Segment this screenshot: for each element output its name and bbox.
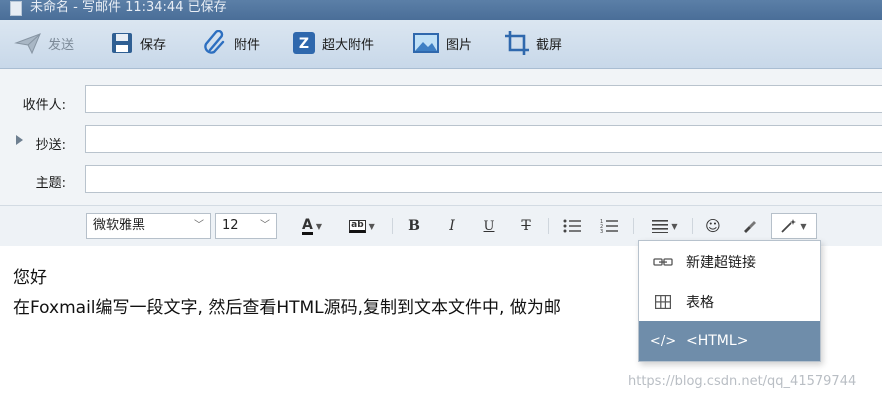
code-icon: </> [649,333,677,349]
save-button[interactable]: 保存 [110,30,166,56]
menu-item-table[interactable]: 表格 [639,282,820,322]
caret-down-icon: ▼ [315,221,322,231]
underline-button[interactable]: U [478,214,500,238]
strikethrough-button[interactable]: T [515,214,537,238]
font-color-button[interactable]: A ▼ [292,214,332,238]
send-button[interactable]: 发送 [14,30,74,56]
link-icon [652,257,674,267]
crop-icon [505,31,529,55]
paper-plane-icon [14,33,41,55]
subject-input[interactable] [85,165,882,193]
highlight-color-button[interactable]: ab ▼ [340,214,384,238]
title-bar: 未命名 - 写邮件 11:34:44 已保存 [0,0,882,20]
svg-text:3: 3 [600,229,603,233]
table-icon [652,295,674,309]
emoji-button[interactable]: ☺ [702,214,724,238]
italic-button[interactable]: I [441,214,463,238]
insert-menu-button[interactable]: ▼ [771,213,817,239]
to-input[interactable] [85,85,882,113]
watermark: https://blog.csdn.net/qq_41579744 [628,374,857,389]
font-size-select[interactable]: 12 ﹀ [215,213,277,239]
to-label: 收件人: [22,98,66,113]
big-attachment-button[interactable]: Z 超大附件 [292,30,374,56]
brush-icon [744,221,756,233]
cc-label: 抄送: [35,138,66,153]
svg-text:Z: Z [299,36,309,52]
document-icon [10,1,22,16]
font-family-select[interactable]: 微软雅黑 ﹀ [86,213,211,239]
window-title: 未命名 - 写邮件 11:34:44 已保存 [30,0,227,15]
chevron-down-icon: ﹀ [194,220,204,231]
numbered-list-button[interactable]: 1 2 3 [597,214,621,238]
insert-dropdown-menu: 新建超链接 表格 </> <HTML> [638,240,821,362]
main-toolbar: 发送 保存 附件 Z 超大附件 图片 截屏 [0,20,882,69]
align-button[interactable]: ▼ [645,214,685,238]
subject-label: 主题: [35,176,66,191]
chevron-down-icon: ﹀ [260,220,270,231]
font-color-icon: A [302,216,313,235]
big-attachment-icon: Z [293,32,315,54]
caret-down-icon: ▼ [368,221,375,231]
body-line-2: 在Foxmail编写一段文字, 然后查看HTML源码,复制到文本文件中, 做为邮 [13,298,561,318]
divider [392,218,393,234]
caret-down-icon: ▼ [671,221,678,231]
insert-image-button[interactable]: 图片 [412,30,472,56]
screenshot-button[interactable]: 截屏 [504,30,562,56]
magic-wand-icon [781,219,797,233]
divider [548,218,549,234]
menu-item-new-hyperlink[interactable]: 新建超链接 [639,242,820,282]
picture-icon [413,33,439,53]
paperclip-icon [204,30,225,54]
attach-button[interactable]: 附件 [202,30,260,56]
body-line-1: 您好 [13,268,47,288]
divider [692,218,693,234]
bold-button[interactable]: B [403,214,425,238]
cc-input[interactable] [85,125,882,153]
bullet-list-icon [563,219,581,233]
header-fields: 收件人: 抄送: 主题: [0,69,882,205]
numbered-list-icon: 1 2 3 [600,219,618,233]
caret-down-icon: ▼ [800,221,807,231]
divider [633,218,634,234]
highlight-icon: ab [349,219,366,233]
menu-item-html[interactable]: </> <HTML> [639,321,820,361]
bullet-list-button[interactable] [560,214,584,238]
smiley-icon: ☺ [705,217,721,235]
format-painter-button[interactable] [738,214,760,238]
align-left-icon [652,220,669,233]
floppy-disk-icon [112,33,132,53]
